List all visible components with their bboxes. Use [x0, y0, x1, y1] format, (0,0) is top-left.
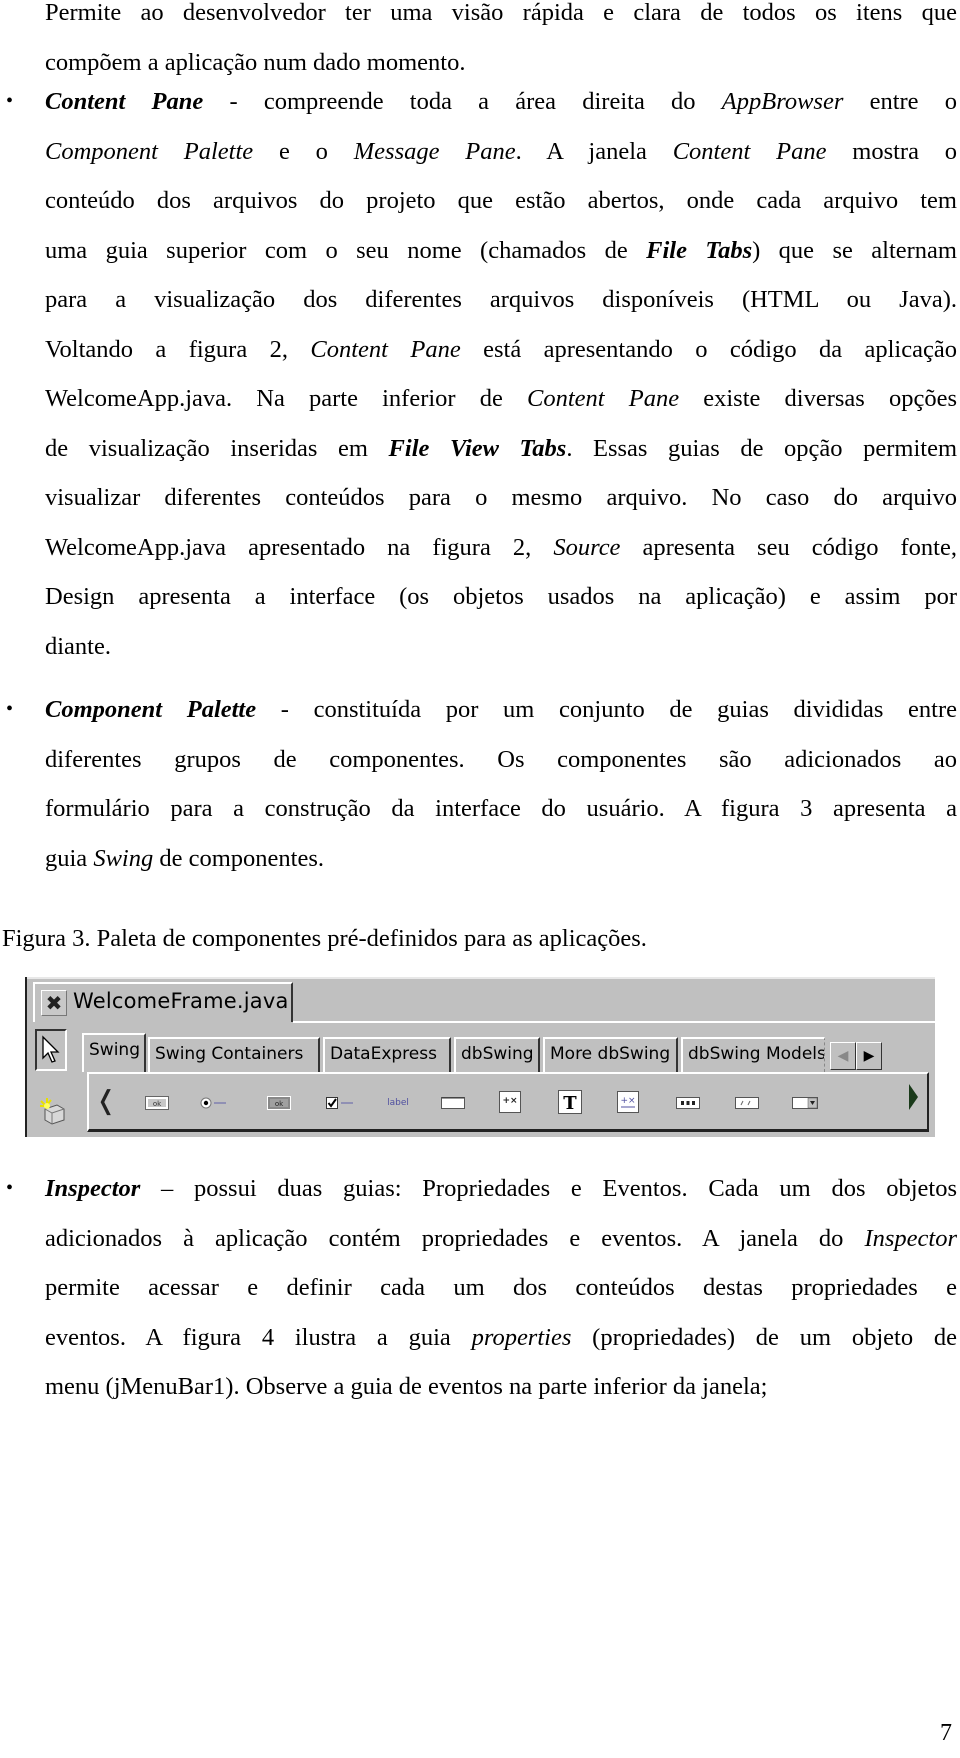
text-line: formulário para a construção da interfac…	[45, 795, 957, 822]
page-number: 7	[940, 1720, 952, 1746]
text-line: diferentes grupos de componentes. Os com…	[45, 745, 957, 773]
jpasswordfield-icon[interactable]	[675, 1094, 701, 1112]
figure-caption: Figura 3. Paleta de componentes pré-defi…	[2, 925, 647, 952]
text-line: conteúdo dos arquivos do projeto que est…	[45, 187, 957, 214]
jbutton-icon[interactable]: ok	[144, 1094, 170, 1112]
jtogglebutton-icon[interactable]: ok	[266, 1094, 292, 1112]
tab-swing[interactable]: Swing	[82, 1033, 146, 1072]
component-area: ❬ ok ok label +× T +×	[87, 1072, 929, 1132]
tab-scroll-right-button[interactable]: ▶	[856, 1042, 882, 1070]
jpasswordfield-alt-icon[interactable]	[734, 1094, 760, 1112]
text-line: WelcomeApp.java apresentado na figura 2,…	[45, 533, 957, 561]
svg-text:T: T	[563, 1093, 577, 1114]
text-line: de visualização inseridas em File View T…	[45, 434, 958, 462]
jeditorpane-icon[interactable]: +×	[616, 1090, 640, 1114]
bullet-icon: •	[6, 90, 14, 112]
jtextfield-icon[interactable]	[440, 1094, 466, 1112]
component-palette-item: Component Palette - constituída por um c…	[45, 685, 957, 883]
intro-paragraph: Permite ao desenvolvedor ter uma visão r…	[45, 0, 957, 87]
svg-text:+×: +×	[620, 1096, 635, 1106]
jlabel-icon[interactable]: label	[384, 1094, 412, 1112]
term-inspector: Inspector	[45, 1175, 141, 1202]
text-line: uma guia superior com o seu nome (chamad…	[45, 236, 957, 264]
svg-text:ok: ok	[153, 1100, 162, 1108]
tab-swing-containers[interactable]: Swing Containers	[148, 1037, 320, 1072]
file-tab-label: WelcomeFrame.java	[73, 989, 289, 1013]
content-pane-item: Content Pane - compreende toda a área di…	[45, 77, 957, 671]
text-line: Component Palette e o Message Pane. A ja…	[45, 137, 958, 165]
text-line: permite acessar e definir cada um dos co…	[45, 1274, 957, 1301]
text-line: eventos. A figura 4 ilustra a guia prope…	[45, 1323, 957, 1351]
jcombobox-icon[interactable]	[791, 1094, 819, 1112]
bullet-icon: •	[6, 698, 14, 720]
text-line: WelcomeApp.java. Na parte inferior de Co…	[45, 385, 957, 412]
text-line: menu (jMenuBar1). Observe a guia de even…	[45, 1373, 768, 1400]
term-content-pane: Content Pane	[45, 88, 204, 115]
tab-dbswing[interactable]: dbSwing	[454, 1037, 540, 1072]
tab-more-dbswing[interactable]: More dbSwing	[543, 1037, 678, 1072]
svg-text:+×: +×	[502, 1096, 517, 1106]
jtextpane-icon[interactable]: T	[557, 1089, 583, 1115]
component-scroll-right-button[interactable]	[909, 1084, 918, 1110]
selection-tool-button[interactable]	[35, 1029, 67, 1071]
component-palette-figure: ✖ WelcomeFrame.java Swing Swing Containe…	[25, 977, 935, 1137]
text-line: Voltando a figura 2, Content Pane está a…	[45, 335, 957, 363]
divider	[293, 1021, 935, 1023]
inspector-item: Inspector – possui duas guias: Proprieda…	[45, 1164, 957, 1412]
jtextarea-icon[interactable]: +×	[498, 1090, 522, 1114]
jcheckbox-icon[interactable]	[325, 1094, 355, 1112]
component-scroll-left-button[interactable]: ❬	[95, 1086, 117, 1116]
divider	[25, 977, 27, 1137]
text-line: Content Pane - compreende toda a área di…	[45, 88, 957, 115]
tab-scroll-left-button[interactable]: ◀	[830, 1042, 856, 1070]
text-line: para a visualização dos diferentes arqui…	[45, 286, 957, 313]
text-line: Permite ao desenvolvedor ter uma visão r…	[45, 0, 957, 26]
pointer-arrow-icon	[42, 1035, 60, 1063]
svg-text:ok: ok	[275, 1100, 284, 1108]
term-component-palette: Component Palette	[45, 696, 257, 723]
text-line: Component Palette - constituída por um c…	[45, 696, 957, 723]
text-line: visualizar diferentes conteúdos para o m…	[45, 484, 957, 511]
text-line: adicionados à aplicação contém proprieda…	[45, 1224, 957, 1252]
text-line: Inspector – possui duas guias: Proprieda…	[45, 1175, 957, 1202]
file-tab[interactable]: ✖ WelcomeFrame.java	[33, 982, 293, 1022]
tab-dataexpress[interactable]: DataExpress	[323, 1037, 451, 1072]
bullet-icon: •	[6, 1177, 14, 1199]
tab-dbswing-models[interactable]: dbSwing Models	[681, 1037, 825, 1072]
divider	[25, 977, 935, 979]
text-line: Design apresenta a interface (os objetos…	[45, 583, 957, 610]
bean-chooser-icon	[40, 1098, 65, 1125]
close-icon[interactable]: ✖	[41, 990, 67, 1016]
text-line: guia Swing de componentes.	[45, 844, 324, 872]
jradiobutton-icon[interactable]	[199, 1094, 229, 1112]
bean-chooser-button[interactable]	[37, 1095, 67, 1125]
text-line: diante.	[45, 632, 111, 660]
